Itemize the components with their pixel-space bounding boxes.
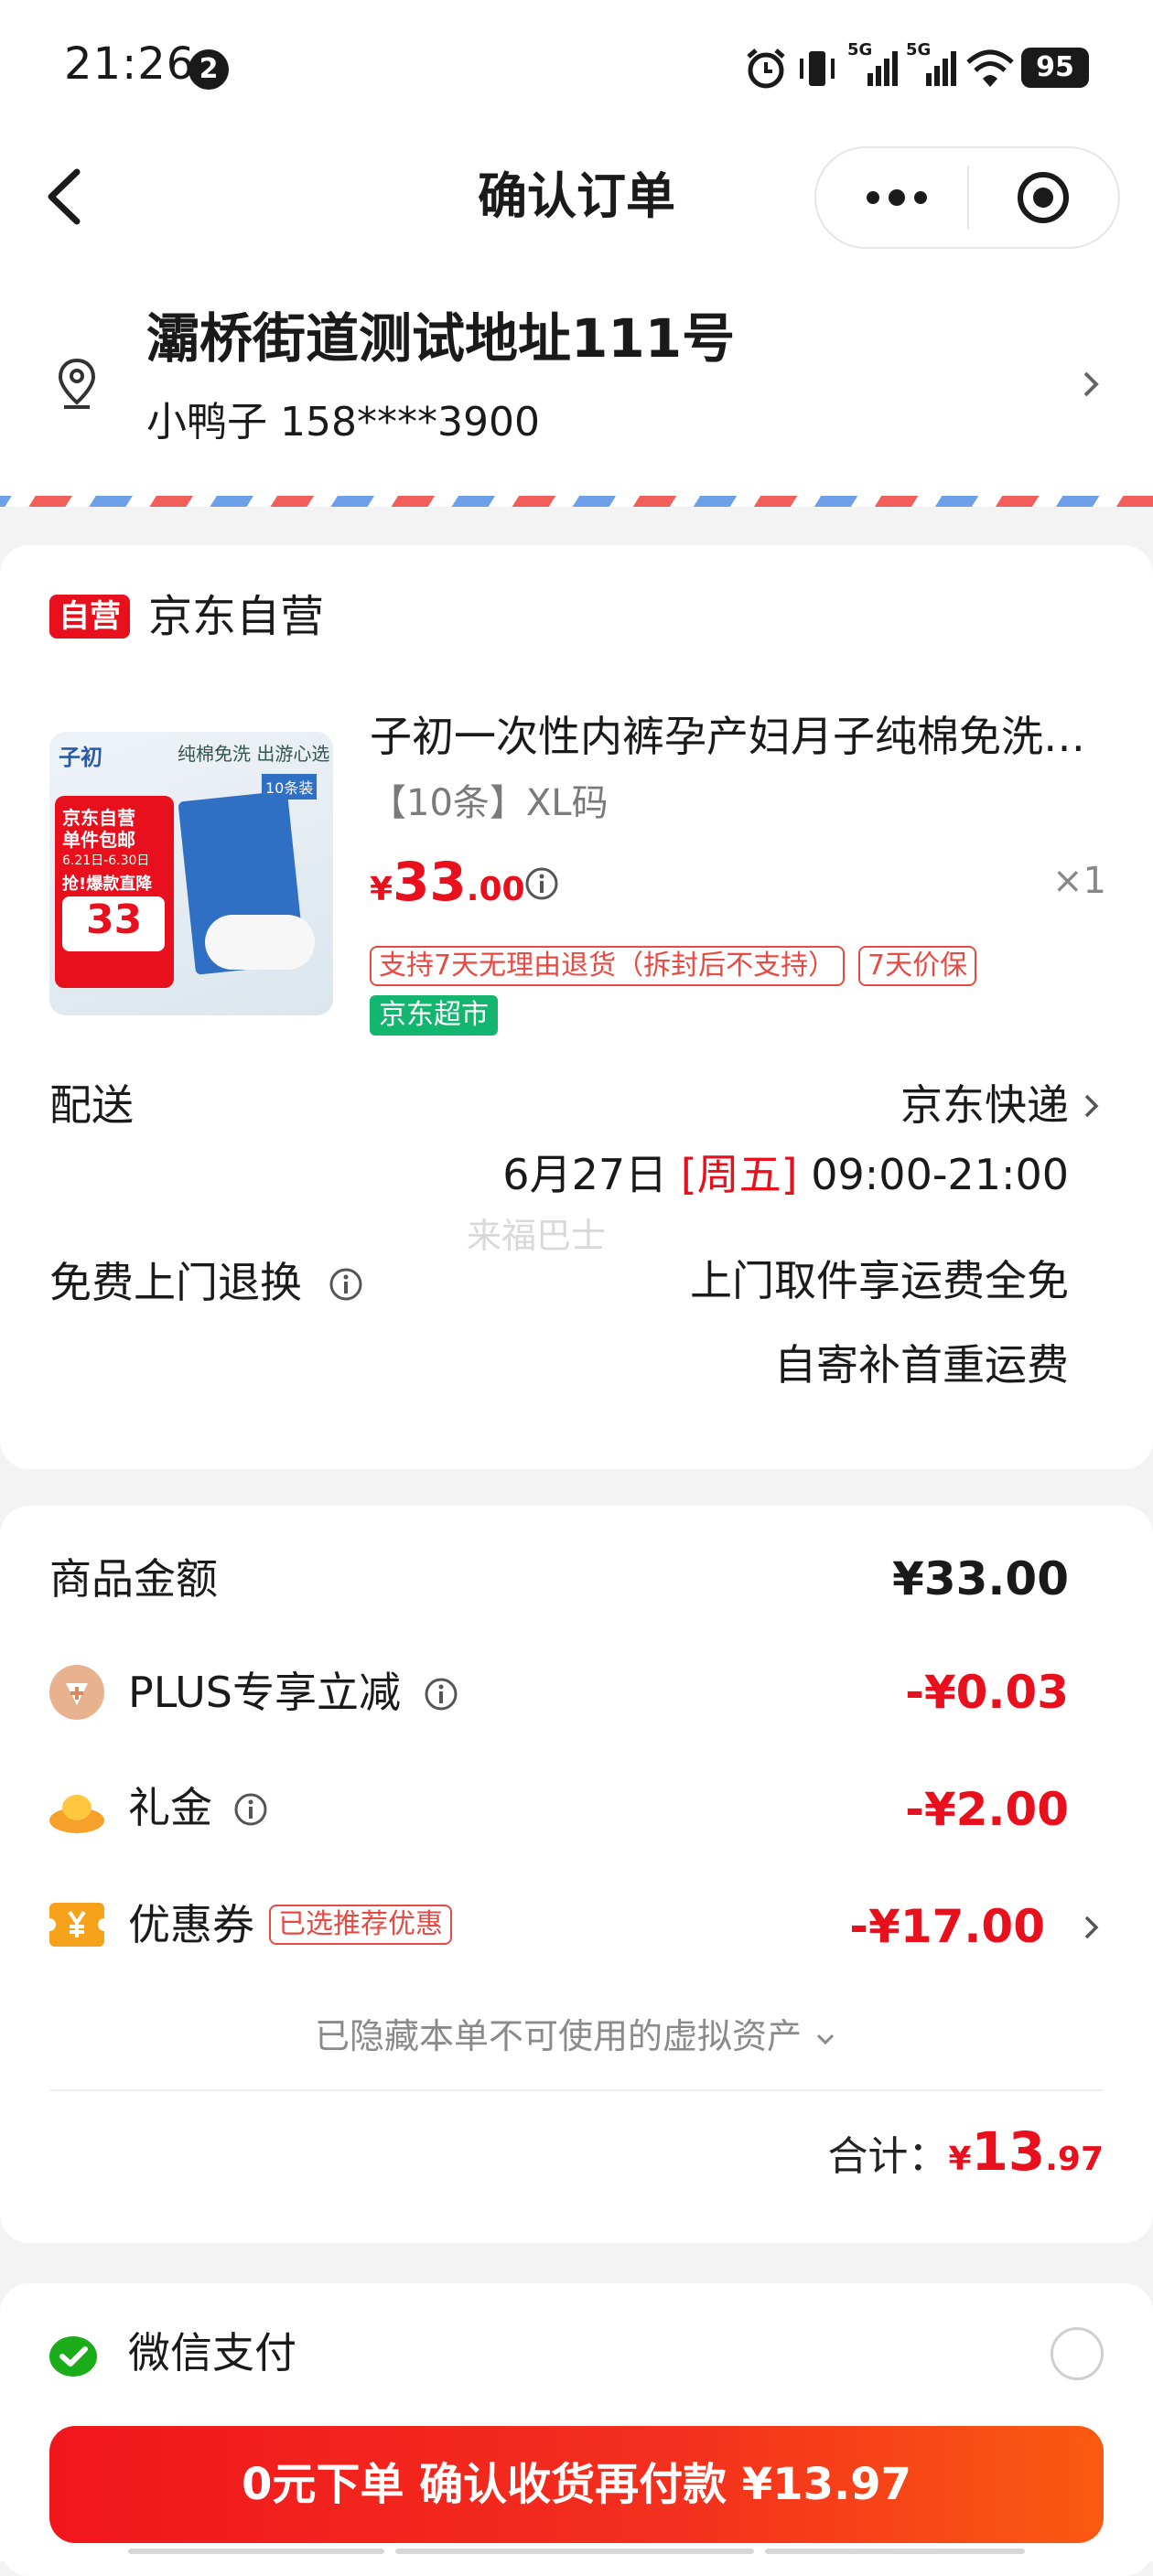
- chevron-right-icon[interactable]: [1083, 1912, 1101, 1943]
- plus-discount-value: -¥0.03: [905, 1666, 1069, 1719]
- plus-discount-label: PLUS专享立减: [128, 1668, 401, 1717]
- coupon-recommend-tag: 已选推荐优惠: [269, 1905, 452, 1945]
- promo-line-2: 单件包邮: [62, 829, 135, 851]
- plus-member-icon: [49, 1665, 104, 1720]
- chevron-right-icon: [1083, 371, 1099, 397]
- wechat-pay-label[interactable]: 微信支付: [128, 2324, 296, 2382]
- hidden-assets-toggle[interactable]: 已隐藏本单不可使用的虚拟资产: [0, 2011, 1153, 2062]
- self-operated-badge: 自营: [49, 595, 130, 639]
- free-return-label: 免费上门退换: [49, 1258, 302, 1307]
- delivery-date: 6月27日: [502, 1150, 668, 1199]
- info-icon[interactable]: [232, 1791, 269, 1828]
- address-line: 灞桥街道测试地址111号: [146, 307, 736, 370]
- promo-price: 33: [86, 896, 143, 943]
- airmail-border: [0, 496, 1153, 507]
- product-quantity: ×1: [1052, 860, 1106, 902]
- battery-indicator: 95: [1021, 48, 1089, 88]
- product-price: ¥33.00: [370, 851, 525, 913]
- price-currency: ¥: [370, 871, 393, 908]
- signal-icon-1: [867, 51, 898, 86]
- price-decimal: .00: [466, 871, 525, 908]
- chevron-down-icon: [816, 2034, 835, 2045]
- delivery-label: 配送: [49, 1080, 134, 1130]
- total-integer: 13: [971, 2120, 1046, 2183]
- info-icon[interactable]: [328, 1266, 364, 1303]
- divider: [49, 2089, 1104, 2091]
- vibrate-icon: [800, 51, 835, 86]
- address-section[interactable]: [0, 256, 1153, 503]
- chevron-right-icon[interactable]: [1083, 1090, 1101, 1122]
- delivery-weekday: [周五]: [680, 1150, 798, 1199]
- alarm-icon: [747, 48, 785, 89]
- wifi-icon: [966, 49, 1014, 87]
- price-protect-tag: 7天价保: [858, 946, 977, 986]
- product-title[interactable]: 子初一次性内裤孕产妇月子纯棉免洗…: [370, 704, 1102, 768]
- coupon-icon: [48, 1903, 106, 1947]
- promo-date: 6.21日-6.30日: [62, 853, 150, 868]
- coupon-label[interactable]: 优惠券: [128, 1895, 254, 1954]
- more-options-icon[interactable]: [860, 179, 933, 216]
- product-banner-text: 纯棉免洗 出游心选: [178, 743, 330, 765]
- location-pin-icon: [58, 358, 96, 409]
- status-time: 21:26: [64, 38, 196, 90]
- shop-name: 京东自营: [148, 591, 325, 642]
- submit-order-button[interactable]: 0元下单 确认收货再付款 ¥13.97: [49, 2426, 1104, 2543]
- gift-money-value: -¥2.00: [905, 1783, 1069, 1836]
- order-total: 合计：¥13.97: [827, 2120, 1104, 2183]
- return-policy-tag: 支持7天无理由退货（拆封后不支持）: [370, 946, 846, 986]
- coupon-value[interactable]: -¥17.00: [849, 1897, 1045, 1956]
- hidden-assets-text: 已隐藏本单不可使用的虚拟资产: [314, 2016, 802, 2056]
- goods-amount-label: 商品金额: [49, 1554, 218, 1604]
- total-currency: ¥: [948, 2141, 972, 2178]
- free-return-line-2: 自寄补首重运费: [774, 1340, 1069, 1390]
- price-integer: 33: [393, 851, 467, 913]
- delivery-method[interactable]: 京东快递: [900, 1076, 1069, 1134]
- jd-supermarket-tag: 京东超市: [370, 995, 498, 1036]
- product-image[interactable]: 子初 纯棉免洗 出游心选 10条装 京东自营 单件包邮 6.21日-6.30日 …: [49, 732, 333, 1015]
- total-decimal: .97: [1045, 2141, 1104, 2178]
- gift-money-label: 礼金: [128, 1783, 212, 1832]
- free-return-line-1: 上门取件享运费全免: [690, 1256, 1069, 1305]
- promo-line-3: 抢!爆款直降: [62, 875, 153, 894]
- product-brand-text: 子初: [59, 745, 102, 770]
- wechat-pay-icon: [49, 2336, 97, 2377]
- total-label: 合计：: [827, 2133, 949, 2180]
- gift-money-icon: [49, 1795, 104, 1833]
- goods-amount-value: ¥33.00: [892, 1552, 1069, 1605]
- capsule-divider: [967, 166, 969, 229]
- signal-icon-2: [926, 51, 956, 86]
- notification-count-badge: 2: [189, 49, 229, 90]
- delivery-time[interactable]: 6月27日 [周五] 09:00-21:00: [502, 1145, 1069, 1204]
- product-roll-shape: [205, 915, 315, 970]
- wechat-pay-radio[interactable]: [1051, 2327, 1104, 2380]
- watermark: 来福巴士: [467, 1216, 607, 1256]
- product-pack-text: 10条装: [262, 774, 318, 800]
- product-spec: 【10条】XL码: [370, 782, 609, 824]
- gesture-bar: [128, 2549, 1025, 2554]
- delivery-window: 09:00-21:00: [811, 1150, 1069, 1199]
- close-miniprogram-icon[interactable]: [1016, 170, 1071, 225]
- address-contact: 小鸭子 158****3900: [146, 399, 540, 445]
- info-icon[interactable]: [523, 865, 560, 902]
- info-icon[interactable]: [423, 1676, 459, 1712]
